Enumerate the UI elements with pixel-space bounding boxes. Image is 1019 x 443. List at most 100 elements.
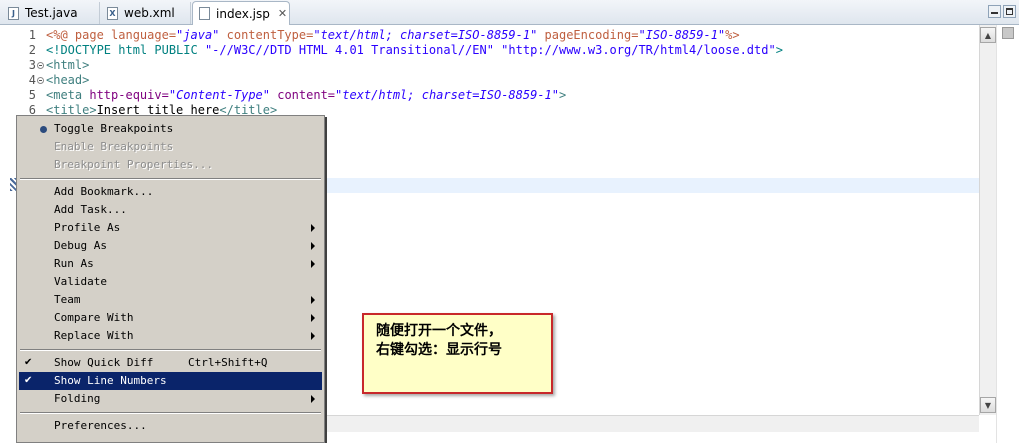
menu-separator [20,349,321,351]
code-token: <head> [46,73,90,87]
code-token: %> [725,28,740,42]
line-number: 1 [28,28,36,42]
submenu-arrow-icon [311,242,315,250]
horizontal-scrollbar[interactable] [322,415,979,432]
menu-item-label: Compare With [54,311,134,324]
menu-item-add-task[interactable]: Add Task... [19,201,322,219]
menu-item-shortcut: Ctrl+Shift+Q [188,356,268,369]
menu-item-label: Add Bookmark... [54,185,154,198]
menu-item-preferences[interactable]: Preferences... [19,417,322,435]
fold-collapse-icon[interactable] [37,62,44,69]
scroll-down-icon[interactable]: ▼ [980,397,996,413]
code-line-3: <html> [46,58,89,73]
menu-item-validate[interactable]: Validate [19,273,322,291]
code-line-5: <meta http-equiv="Content-Type" content=… [46,88,566,103]
submenu-arrow-icon [311,260,315,268]
menu-item-label: Preferences... [54,419,147,432]
menu-item-toggle-breakpoints[interactable]: Toggle Breakpoints [19,120,322,138]
code-line-4: <head> [46,73,89,88]
menu-item-label: Validate [54,275,107,288]
minimize-icon[interactable] [988,5,1001,18]
menu-item-label: Show Quick Diff [54,356,154,369]
code-token: <html> [46,58,90,72]
code-token: > [775,43,783,57]
checkmark-icon: ✔ [24,357,33,368]
menu-item-label: Show Line Numbers [54,374,167,387]
menu-item-label: Folding [54,392,101,405]
menu-separator [20,412,321,414]
annotation-line: 随便打开一个文件， [376,323,502,339]
code-token: pageEncoding= [537,28,639,42]
menu-item-replace-with[interactable]: Replace With [19,327,322,345]
menu-item-label: Debug As [54,239,107,252]
menu-item-profile-as[interactable]: Profile As [19,219,322,237]
scroll-up-icon[interactable]: ▲ [980,27,996,43]
code-token: contentType= [219,28,314,42]
submenu-arrow-icon [311,395,315,403]
menu-item-label: Breakpoint Properties... [54,158,213,171]
menu-item-label: Run As [54,257,94,270]
fold-collapse-icon[interactable] [37,77,44,84]
menu-separator [20,178,321,180]
code-token: "java" [176,28,220,42]
submenu-arrow-icon [311,314,315,322]
code-token: "-//W3C//DTD HTML 4.01 Transitional//EN" [204,43,494,57]
code-token: <meta [46,88,90,102]
overview-ruler-marker-icon[interactable] [1002,27,1014,39]
menu-item-compare-with[interactable]: Compare With [19,309,322,327]
tab-label: web.xml [124,6,175,20]
code-token: "ISO-8859-1" [638,28,726,42]
radio-selected-icon [40,126,47,133]
tab-test-java[interactable]: J Test.java [2,2,100,24]
vertical-scrollbar[interactable]: ▲ ▼ [979,25,996,415]
menu-item-run-as[interactable]: Run As [19,255,322,273]
line-number: 4 [28,73,36,87]
close-icon[interactable]: ✕ [278,7,287,20]
menu-item-enable-breakpoints[interactable]: Enable Breakpoints [19,138,322,156]
menu-item-show-quick-diff[interactable]: ✔ Show Quick Diff Ctrl+Shift+Q [19,354,322,372]
jsp-file-icon [199,7,210,20]
code-line-2: <!DOCTYPE html PUBLIC "-//W3C//DTD HTML … [46,43,783,58]
menu-item-add-bookmark[interactable]: Add Bookmark... [19,183,322,201]
menu-item-folding[interactable]: Folding [19,390,322,408]
menu-item-show-line-numbers[interactable]: ✔ Show Line Numbers [19,372,322,390]
code-token: http-equiv= [89,88,169,102]
overview-ruler [996,25,1019,443]
xml-file-icon: X [107,6,118,20]
line-number: 2 [28,43,36,57]
checkmark-icon: ✔ [24,375,33,386]
maximize-icon[interactable] [1003,5,1016,18]
annotation-callout: 随便打开一个文件， 右键勾选：显示行号 [362,313,553,394]
tab-index-jsp[interactable]: index.jsp ✕ [192,1,290,25]
annotation-line: 右键勾选：显示行号 [376,342,502,358]
tab-web-xml[interactable]: X web.xml [101,2,191,24]
code-token: <%@ page language= [46,28,177,42]
submenu-arrow-icon [311,296,315,304]
code-token: > [559,88,567,102]
code-token: "Content-Type" [168,88,270,102]
tab-label: index.jsp [216,6,270,21]
menu-item-label: Enable Breakpoints [54,140,174,153]
code-token: content= [270,88,336,102]
code-token: <!DOCTYPE html PUBLIC [46,43,205,57]
menu-item-breakpoint-properties[interactable]: Breakpoint Properties... [19,156,322,174]
menu-item-debug-as[interactable]: Debug As [19,237,322,255]
code-token: "http://www.w3.org/TR/html4/loose.dtd" [501,43,776,57]
tab-label: Test.java [25,6,78,20]
menu-item-team[interactable]: Team [19,291,322,309]
code-token: "text/html; charset=ISO-8859-1" [313,28,538,42]
menu-item-label: Add Task... [54,203,127,216]
line-number: 5 [28,88,36,102]
submenu-arrow-icon [311,224,315,232]
menu-item-label: Profile As [54,221,121,234]
editor-ruler-context-menu: Toggle Breakpoints Enable Breakpoints Br… [16,115,325,443]
submenu-arrow-icon [311,332,315,340]
editor-tab-bar: J Test.java X web.xml index.jsp ✕ [0,0,1019,25]
menu-item-label: Replace With [54,329,134,342]
java-file-icon: J [8,6,19,20]
code-token: "text/html; charset=ISO-8859-1" [335,88,559,102]
code-line-1: <%@ page language="java" contentType="te… [46,28,740,43]
menu-item-label: Team [54,293,81,306]
menu-item-label: Toggle Breakpoints [54,122,174,135]
line-number: 3 [28,58,36,72]
